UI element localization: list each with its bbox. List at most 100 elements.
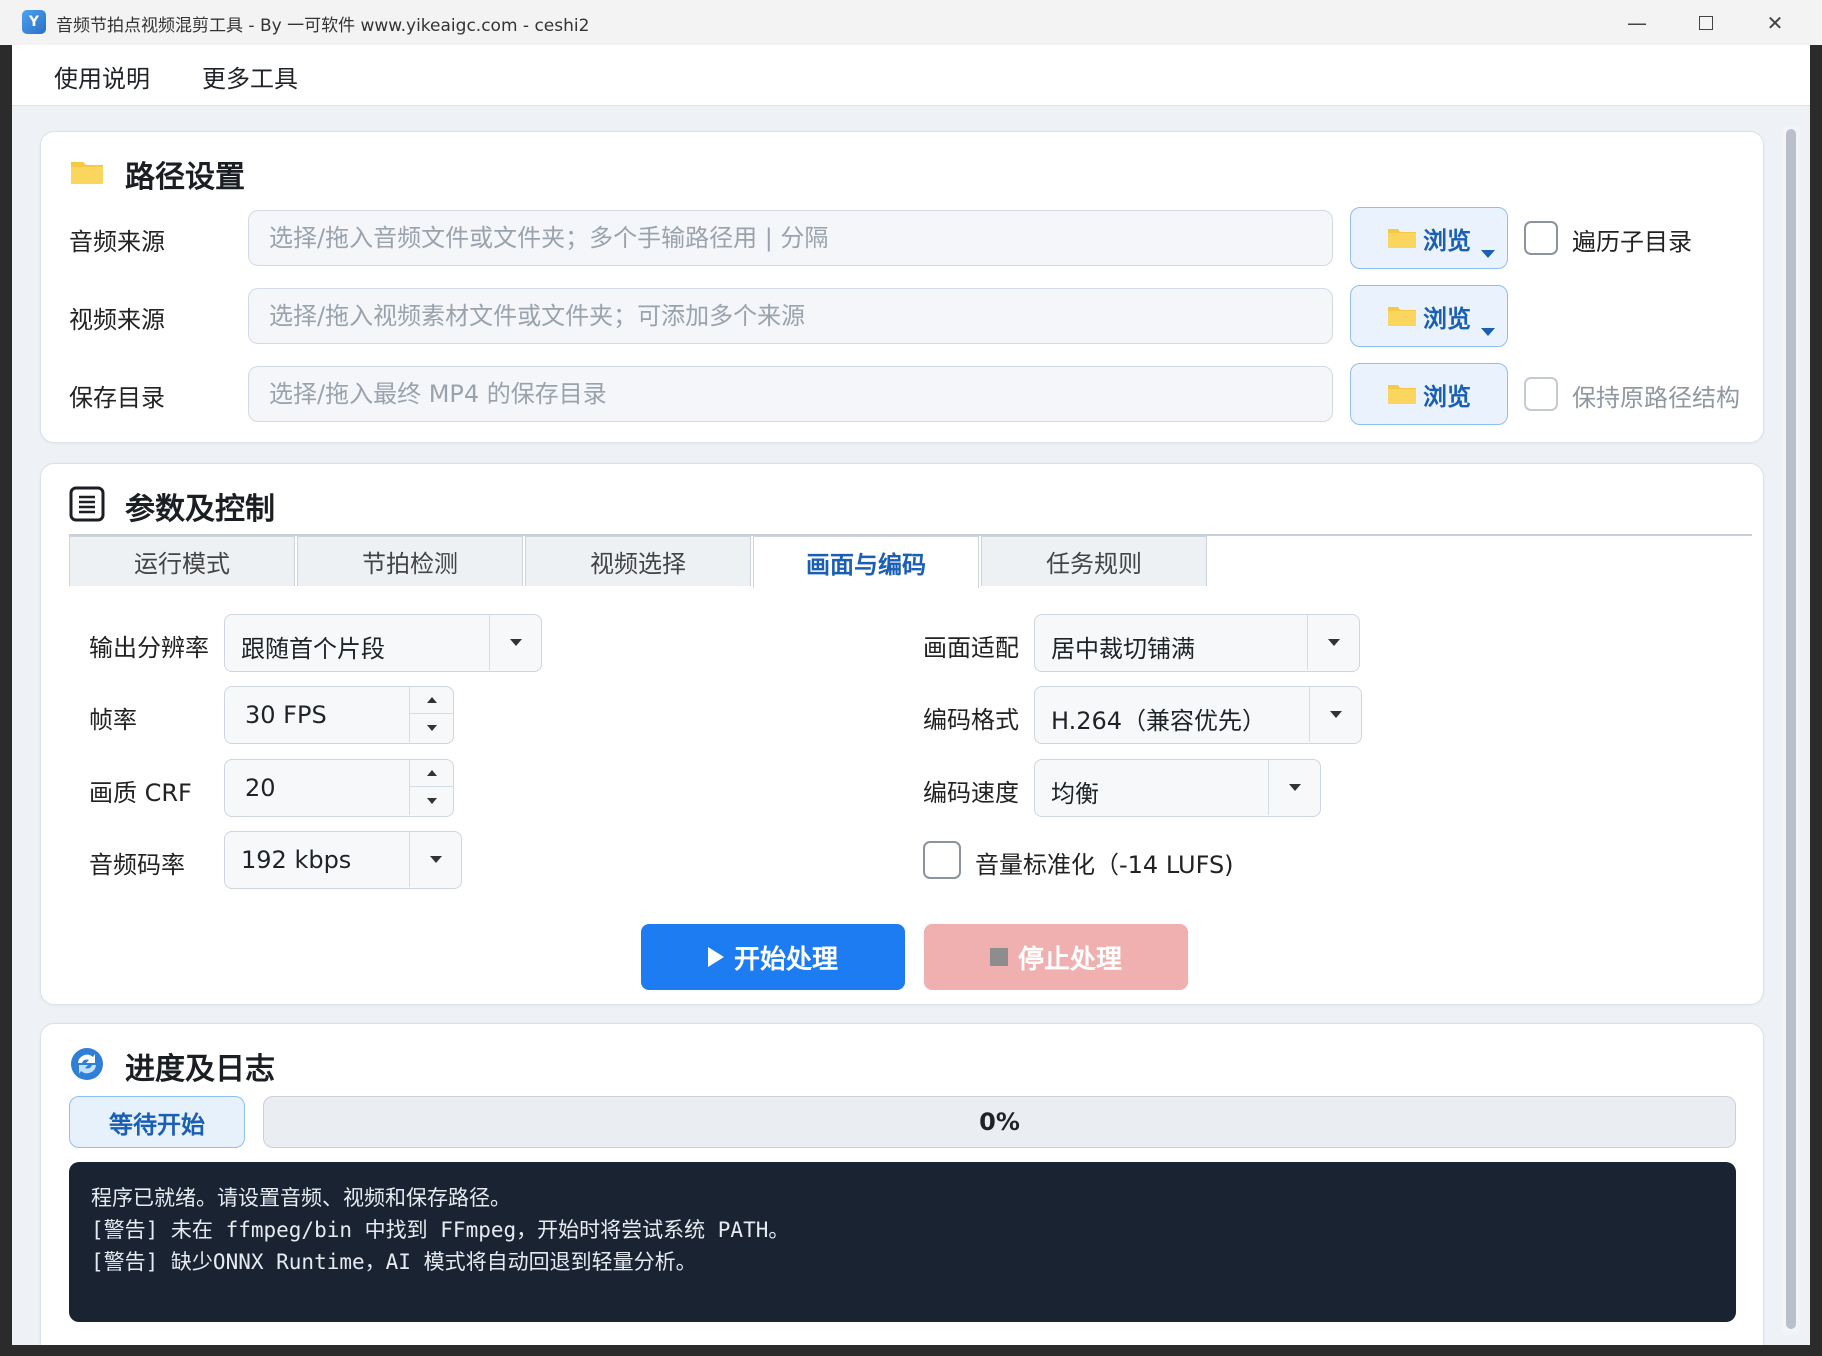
video-browse-label: 浏览 — [1423, 304, 1471, 333]
stop-icon — [989, 948, 1008, 966]
normalize-checkbox[interactable] — [923, 841, 961, 879]
chevron-down-icon — [509, 639, 522, 646]
log-line: [警告] 未在 ffmpeg/bin 中找到 FFmpeg，开始时将尝试系统 P… — [91, 1218, 790, 1242]
fit-select[interactable]: 居中裁切铺满 — [1034, 614, 1360, 672]
progress-title: 进度及日志 — [125, 1052, 275, 1087]
fps-stepper[interactable]: 30 FPS — [224, 686, 454, 744]
chevron-down-icon — [1329, 711, 1342, 718]
audio-bitrate-value: 192 kbps — [241, 846, 352, 874]
crf-stepper[interactable]: 20 — [224, 759, 454, 817]
fit-label: 画面适配 — [923, 634, 1019, 662]
crf-label: 画质 CRF — [89, 779, 192, 807]
video-source-input[interactable] — [248, 288, 1333, 344]
stop-button[interactable]: 停止处理 — [924, 924, 1188, 990]
tab-run-mode[interactable]: 运行模式 — [69, 536, 295, 586]
start-label: 开始处理 — [733, 944, 838, 975]
codec-dropdown[interactable] — [1309, 687, 1361, 742]
save-browse-button[interactable]: 浏览 — [1350, 363, 1508, 425]
audio-source-label: 音频来源 — [69, 228, 165, 256]
fit-value: 居中裁切铺满 — [1051, 635, 1195, 663]
recurse-subdirs-checkbox[interactable] — [1524, 221, 1558, 255]
progress-percent: 0% — [979, 1108, 1020, 1136]
vertical-scrollbar[interactable] — [1782, 126, 1800, 1335]
audio-source-input[interactable] — [248, 210, 1333, 266]
title-bar: Y 音频节拍点视频混剪工具 - By 一可软件 www.yikeaigc.com… — [0, 0, 1822, 45]
minimize-icon: — — [1627, 10, 1647, 35]
menu-item-help[interactable]: 使用说明 — [54, 59, 150, 94]
tab-picture-encoding[interactable]: 画面与编码 — [753, 536, 979, 588]
audio-browse-button[interactable]: 浏览 — [1350, 207, 1508, 269]
minimize-button[interactable]: — — [1602, 0, 1672, 45]
save-dir-label: 保存目录 — [69, 384, 165, 412]
speed-value: 均衡 — [1051, 780, 1099, 808]
speed-dropdown[interactable] — [1268, 760, 1320, 815]
speed-label: 编码速度 — [923, 779, 1019, 807]
keep-structure-checkbox[interactable] — [1524, 377, 1558, 411]
list-icon — [69, 486, 105, 522]
recurse-subdirs-label: 遍历子目录 — [1572, 228, 1692, 256]
folder-icon — [1388, 229, 1416, 248]
play-icon — [707, 947, 724, 967]
fit-dropdown[interactable] — [1307, 615, 1359, 670]
folder-icon — [71, 162, 103, 184]
audio-browse-label: 浏览 — [1423, 226, 1471, 255]
status-badge: 等待开始 — [69, 1096, 245, 1148]
refresh-icon — [71, 1048, 103, 1080]
params-card: 参数及控制 运行模式 节拍检测 视频选择 画面与编码 任务规则 输出分辨率 跟随… — [40, 463, 1764, 1005]
audio-bitrate-dropdown[interactable] — [409, 832, 461, 887]
resolution-select[interactable]: 跟随首个片段 — [224, 614, 542, 672]
save-browse-label: 浏览 — [1423, 382, 1471, 411]
chevron-down-icon — [427, 724, 437, 731]
app-icon: Y — [22, 10, 46, 34]
crf-arrows — [409, 760, 454, 815]
chevron-down-icon[interactable] — [1481, 250, 1495, 258]
crf-increment[interactable] — [410, 760, 454, 787]
codec-select[interactable]: H.264（兼容优先） — [1034, 686, 1362, 744]
path-settings-title: 路径设置 — [125, 160, 245, 195]
chevron-down-icon — [1327, 639, 1340, 646]
video-browse-button[interactable]: 浏览 — [1350, 285, 1508, 347]
folder-icon — [1388, 307, 1416, 326]
fps-arrows — [409, 687, 454, 742]
params-title: 参数及控制 — [125, 492, 275, 527]
resolution-dropdown[interactable] — [489, 615, 541, 670]
fps-label: 帧率 — [89, 706, 137, 734]
crf-decrement[interactable] — [410, 787, 454, 814]
chevron-down-icon — [429, 856, 442, 863]
resolution-label: 输出分辨率 — [89, 634, 209, 662]
tab-beat-detection[interactable]: 节拍检测 — [297, 536, 523, 586]
client-area: 使用说明 更多工具 路径设置 音频来源 浏览 遍历子目录 视频来源 浏览 — [12, 45, 1810, 1345]
keep-structure-label: 保持原路径结构 — [1572, 384, 1740, 412]
close-button[interactable]: ✕ — [1740, 0, 1810, 45]
resolution-value: 跟随首个片段 — [241, 635, 385, 663]
tab-video-selection[interactable]: 视频选择 — [525, 536, 751, 586]
speed-select[interactable]: 均衡 — [1034, 759, 1321, 817]
start-button[interactable]: 开始处理 — [641, 924, 905, 990]
stop-label: 停止处理 — [1017, 944, 1122, 975]
codec-value: H.264（兼容优先） — [1051, 707, 1267, 735]
chevron-up-icon — [427, 770, 437, 776]
log-line: [警告] 缺少ONNX Runtime，AI 模式将自动回退到轻量分析。 — [91, 1250, 697, 1274]
folder-icon — [1388, 385, 1416, 404]
chevron-down-icon — [1288, 784, 1301, 791]
tab-task-rules[interactable]: 任务规则 — [981, 536, 1207, 586]
maximize-button[interactable] — [1671, 0, 1741, 45]
path-settings-card: 路径设置 音频来源 浏览 遍历子目录 视频来源 浏览 保存目录 浏览 — [40, 131, 1764, 443]
log-line: 程序已就绪。请设置音频、视频和保存路径。 — [91, 1186, 511, 1210]
video-source-label: 视频来源 — [69, 306, 165, 334]
scrollbar-thumb[interactable] — [1786, 129, 1796, 1329]
fps-decrement[interactable] — [410, 714, 454, 741]
menu-bar: 使用说明 更多工具 — [12, 45, 1810, 106]
window-title: 音频节拍点视频混剪工具 - By 一可软件 www.yikeaigc.com -… — [56, 16, 590, 36]
chevron-down-icon — [427, 797, 437, 804]
codec-label: 编码格式 — [923, 706, 1019, 734]
chevron-down-icon[interactable] — [1481, 328, 1495, 336]
fps-increment[interactable] — [410, 687, 454, 714]
audio-bitrate-select[interactable]: 192 kbps — [224, 831, 462, 889]
log-panel[interactable]: 程序已就绪。请设置音频、视频和保存路径。 [警告] 未在 ffmpeg/bin … — [69, 1162, 1736, 1322]
maximize-icon — [1699, 15, 1713, 30]
fps-value: 30 FPS — [245, 701, 327, 729]
menu-item-more-tools[interactable]: 更多工具 — [202, 59, 298, 94]
save-dir-input[interactable] — [248, 366, 1333, 422]
chevron-up-icon — [427, 697, 437, 703]
